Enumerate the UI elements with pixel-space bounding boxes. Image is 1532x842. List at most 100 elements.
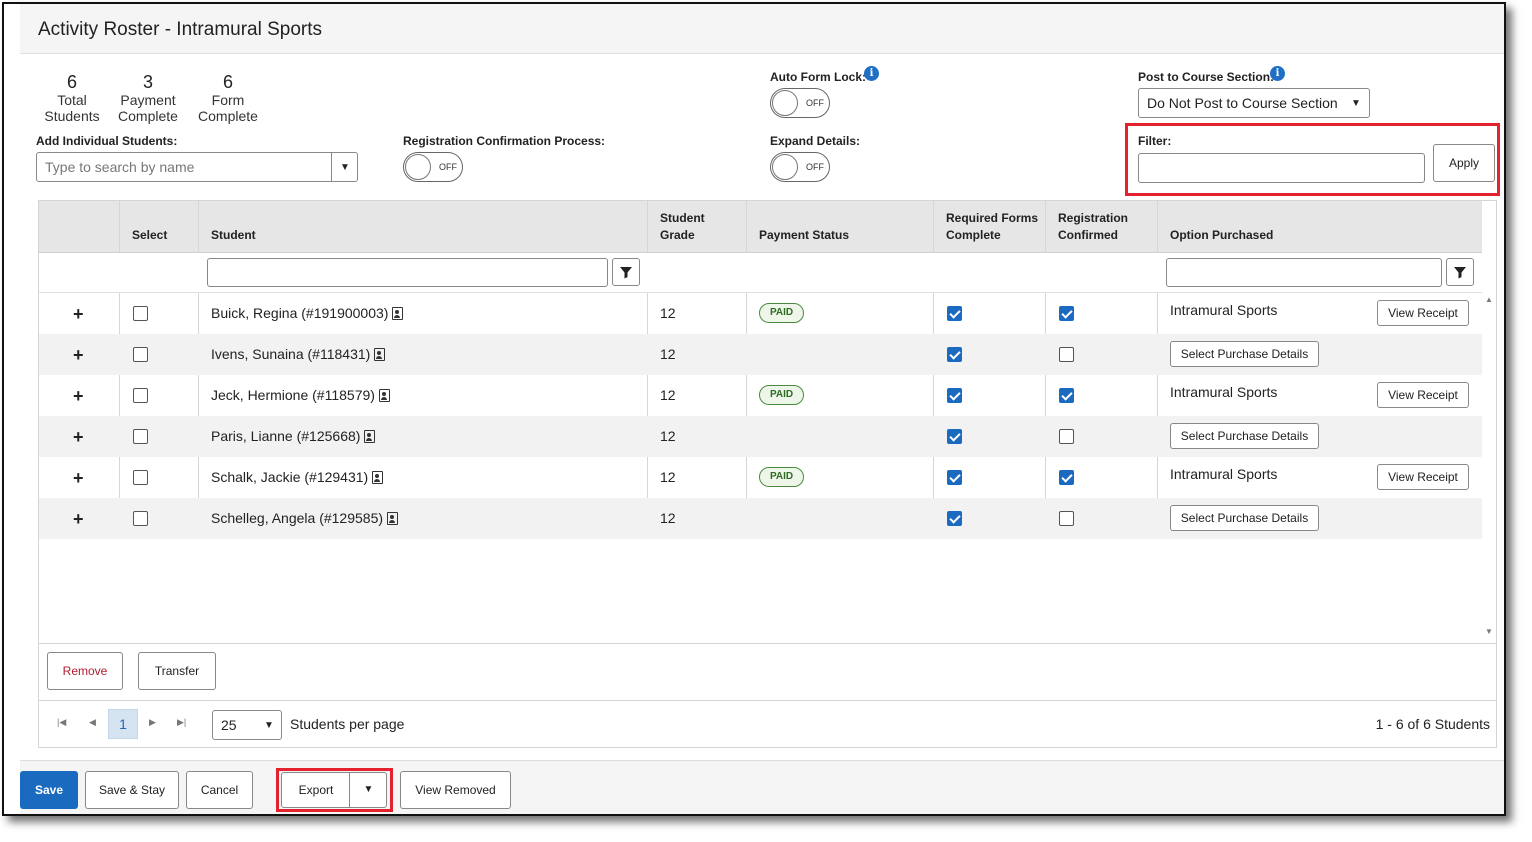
- export-split-button[interactable]: Export ▼: [281, 772, 387, 808]
- registration-confirmed-checkbox[interactable]: [1059, 429, 1074, 444]
- student-name-cell[interactable]: Buick, Regina (#191900003): [211, 305, 404, 321]
- expand-row-button[interactable]: +: [73, 509, 84, 530]
- contact-card-icon[interactable]: [392, 307, 404, 320]
- roster-grid: Select Student Student Grade Payment Sta…: [38, 200, 1497, 645]
- student-name-cell[interactable]: Jeck, Hermione (#118579): [211, 387, 390, 403]
- select-purchase-details-button[interactable]: Select Purchase Details: [1170, 423, 1319, 449]
- registration-confirmed-checkbox[interactable]: [1059, 347, 1074, 362]
- contact-card-icon[interactable]: [378, 389, 390, 402]
- expand-row-button[interactable]: +: [73, 468, 84, 489]
- contact-card-icon[interactable]: [372, 471, 384, 484]
- stat-value: 6: [66, 72, 77, 92]
- grade-cell: 12: [660, 305, 676, 321]
- select-purchase-details-button[interactable]: Select Purchase Details: [1170, 341, 1319, 367]
- header-grade[interactable]: Student Grade: [660, 210, 705, 244]
- registration-confirmed-checkbox[interactable]: [1059, 306, 1074, 321]
- per-page-select[interactable]: 25 ▼: [212, 710, 282, 740]
- export-button[interactable]: Export: [282, 773, 350, 807]
- expand-row-button[interactable]: +: [73, 386, 84, 407]
- contact-card-icon[interactable]: [387, 512, 399, 525]
- expand-row-button[interactable]: +: [73, 345, 84, 366]
- post-to-course-value: Do Not Post to Course Section: [1147, 95, 1338, 111]
- next-page-icon[interactable]: ▶: [149, 717, 156, 728]
- apply-button[interactable]: Apply: [1433, 144, 1495, 182]
- auto-form-lock-toggle[interactable]: OFF: [770, 88, 830, 118]
- registration-confirmed-checkbox[interactable]: [1059, 511, 1074, 526]
- header-required-forms[interactable]: Required Forms Complete: [946, 210, 1038, 244]
- grid-scrollbar[interactable]: ▲ ▼: [1482, 291, 1496, 641]
- select-row-checkbox[interactable]: [133, 429, 148, 444]
- student-name[interactable]: Ivens, Sunaina (#118431): [211, 346, 370, 362]
- option-column-filter-button[interactable]: [1446, 258, 1474, 286]
- first-page-icon[interactable]: |◀: [57, 717, 66, 728]
- student-name-cell[interactable]: Schelleg, Angela (#129585): [211, 510, 399, 526]
- select-row-checkbox[interactable]: [133, 347, 148, 362]
- add-students-combobox[interactable]: Type to search by name ▼: [36, 152, 358, 182]
- save-and-stay-button[interactable]: Save & Stay: [85, 771, 179, 809]
- forms-complete-checkbox[interactable]: [947, 306, 962, 321]
- select-purchase-details-button[interactable]: Select Purchase Details: [1170, 505, 1319, 531]
- title-bar: Activity Roster - Intramural Sports: [20, 4, 1504, 54]
- student-name-cell[interactable]: Paris, Lianne (#125668): [211, 428, 376, 444]
- previous-page-icon[interactable]: ◀: [89, 717, 96, 728]
- view-removed-button[interactable]: View Removed: [400, 771, 511, 809]
- view-receipt-button[interactable]: View Receipt: [1377, 464, 1469, 490]
- post-to-course-select[interactable]: Do Not Post to Course Section ▼: [1138, 88, 1370, 118]
- stat-total-students: 6 Total Students: [40, 72, 104, 124]
- expand-row-button[interactable]: +: [73, 304, 84, 325]
- contact-card-icon[interactable]: [364, 430, 376, 443]
- select-row-checkbox[interactable]: [133, 388, 148, 403]
- student-name[interactable]: Jeck, Hermione (#118579): [211, 387, 375, 403]
- scroll-up-icon[interactable]: ▲: [1485, 295, 1493, 304]
- option-column-filter-input[interactable]: [1166, 258, 1442, 287]
- select-row-checkbox[interactable]: [133, 511, 148, 526]
- student-name[interactable]: Schalk, Jackie (#129431): [211, 469, 368, 485]
- info-icon[interactable]: i: [864, 66, 879, 81]
- view-receipt-button[interactable]: View Receipt: [1377, 300, 1469, 326]
- expand-row-button[interactable]: +: [73, 427, 84, 448]
- forms-complete-checkbox[interactable]: [947, 347, 962, 362]
- forms-complete-checkbox[interactable]: [947, 470, 962, 485]
- filter-icon: [1454, 267, 1466, 279]
- header-payment-status[interactable]: Payment Status: [759, 227, 849, 244]
- student-name-cell[interactable]: Schalk, Jackie (#129431): [211, 469, 384, 485]
- expand-details-toggle[interactable]: OFF: [770, 152, 830, 182]
- header-registration-confirmed[interactable]: Registration Confirmed: [1058, 210, 1128, 244]
- student-column-filter-button[interactable]: [612, 258, 640, 286]
- table-row: + Schalk, Jackie (#129431) 12 PAID Intra…: [39, 457, 1482, 498]
- student-column-filter-input[interactable]: [207, 258, 608, 287]
- header-student[interactable]: Student: [211, 227, 256, 244]
- student-name[interactable]: Buick, Regina (#191900003): [211, 305, 388, 321]
- registration-confirmation-toggle[interactable]: OFF: [403, 152, 463, 182]
- student-name-cell[interactable]: Ivens, Sunaina (#118431): [211, 346, 386, 362]
- forms-complete-checkbox[interactable]: [947, 511, 962, 526]
- view-receipt-button[interactable]: View Receipt: [1377, 382, 1469, 408]
- remove-button[interactable]: Remove: [47, 652, 123, 690]
- stat-label-line2: Complete: [198, 108, 258, 124]
- select-row-checkbox[interactable]: [133, 470, 148, 485]
- chevron-down-icon[interactable]: ▼: [350, 773, 387, 807]
- grade-cell: 12: [660, 346, 676, 362]
- select-row-checkbox[interactable]: [133, 306, 148, 321]
- registration-confirmed-checkbox[interactable]: [1059, 470, 1074, 485]
- auto-form-lock-label: Auto Form Lock:: [770, 70, 866, 84]
- cancel-button[interactable]: Cancel: [186, 771, 253, 809]
- info-icon[interactable]: i: [1270, 66, 1285, 81]
- forms-complete-checkbox[interactable]: [947, 388, 962, 403]
- last-page-icon[interactable]: ▶|: [177, 717, 186, 728]
- forms-complete-checkbox[interactable]: [947, 429, 962, 444]
- registration-confirmed-checkbox[interactable]: [1059, 388, 1074, 403]
- save-button[interactable]: Save: [20, 771, 78, 809]
- header-select[interactable]: Select: [132, 227, 167, 244]
- chevron-down-icon[interactable]: ▼: [340, 162, 350, 173]
- filter-input[interactable]: [1138, 153, 1425, 183]
- grid-header: Select Student Student Grade Payment Sta…: [39, 201, 1482, 253]
- scroll-down-icon[interactable]: ▼: [1485, 627, 1493, 636]
- contact-card-icon[interactable]: [374, 348, 386, 361]
- current-page-button[interactable]: 1: [108, 709, 138, 739]
- student-name[interactable]: Paris, Lianne (#125668): [211, 428, 360, 444]
- header-option-purchased[interactable]: Option Purchased: [1170, 227, 1273, 244]
- header-confirmed-line1: Registration: [1058, 211, 1129, 225]
- student-name[interactable]: Schelleg, Angela (#129585): [211, 510, 383, 526]
- transfer-button[interactable]: Transfer: [138, 652, 216, 690]
